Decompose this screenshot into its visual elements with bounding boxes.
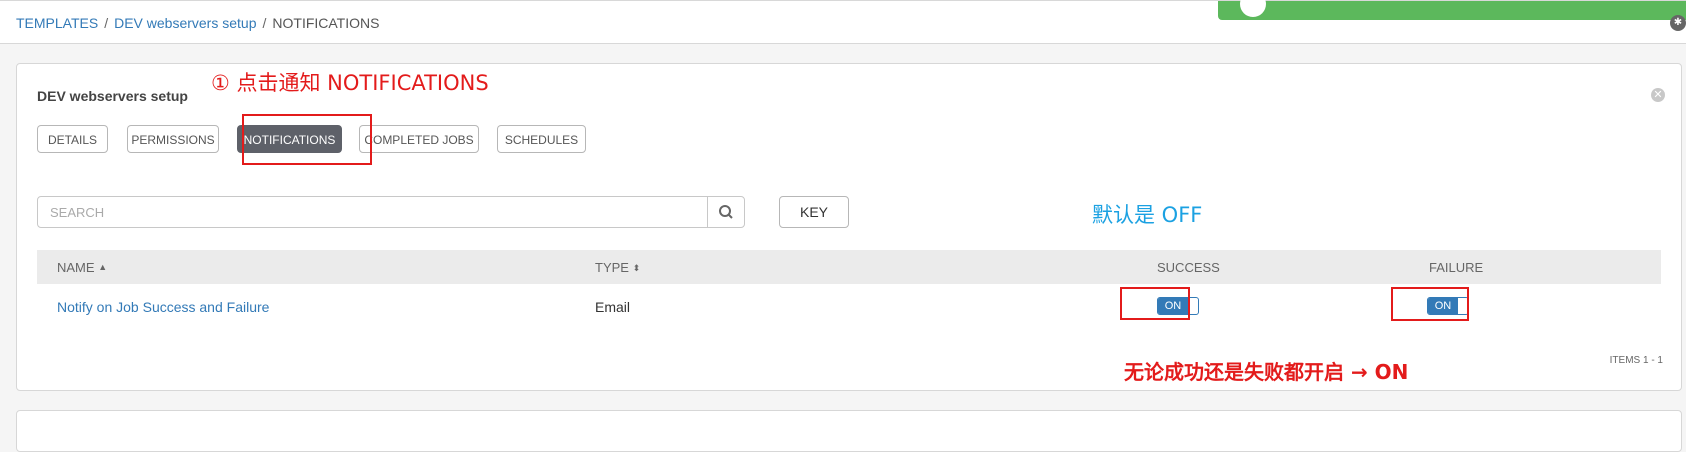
search-button[interactable] [707,197,744,227]
top-bar: TEMPLATES / DEV webservers setup / NOTIFICAT… [0,0,1686,44]
annotation-step1: ① 点击通知 NOTIFICATIONS [211,71,489,95]
notifications-highlight-box [242,114,372,165]
settings-icon[interactable]: ✱ [1670,15,1686,31]
notification-type: Email [595,299,631,315]
column-success: SUCCESS [1157,260,1220,275]
breadcrumb-templates[interactable]: TEMPLATES [16,15,98,31]
key-button[interactable]: KEY [779,196,849,228]
column-name[interactable]: NAME ▲ [57,260,107,275]
breadcrumb-separator: / [262,15,267,31]
breadcrumb: TEMPLATES / DEV webservers setup / NOTIFICAT… [16,15,379,31]
breadcrumb-current: NOTIFICATIONS [272,15,380,31]
template-panel: DEV webservers setup ✕ DETAILS PERMISSIO… [16,63,1682,391]
annotation-both-on: 无论成功还是失败都开启 → ON [1124,360,1409,384]
success-toast [1218,0,1686,20]
tab-permissions[interactable]: PERMISSIONS [127,125,219,153]
tab-completed-jobs[interactable]: COMPLETED JOBS [359,125,479,153]
sort-asc-icon: ▲ [98,262,108,272]
secondary-panel [16,410,1682,452]
toast-icon [1240,0,1266,17]
tab-details[interactable]: DETAILS [37,125,108,153]
close-icon[interactable]: ✕ [1651,88,1665,102]
annotation-default-off: 默认是 OFF [1092,203,1203,227]
table-header: NAME ▲ TYPE ⬍ SUCCESS FAILURE [37,250,1661,284]
failure-highlight-box [1391,287,1469,321]
items-count: ITEMS 1 - 1 [1609,355,1663,366]
search-icon [719,205,733,219]
column-failure: FAILURE [1429,260,1484,275]
column-type[interactable]: TYPE ⬍ [595,260,640,275]
search-box [37,196,745,228]
panel-title: DEV webservers setup [37,88,188,104]
breadcrumb-template[interactable]: DEV webservers setup [114,15,256,31]
search-input[interactable] [38,197,708,227]
sort-icon: ⬍ [632,263,641,273]
breadcrumb-separator: / [104,15,109,31]
notification-name-link[interactable]: Notify on Job Success and Failure [57,299,269,315]
tab-schedules[interactable]: SCHEDULES [497,125,586,153]
success-highlight-box [1120,287,1190,320]
